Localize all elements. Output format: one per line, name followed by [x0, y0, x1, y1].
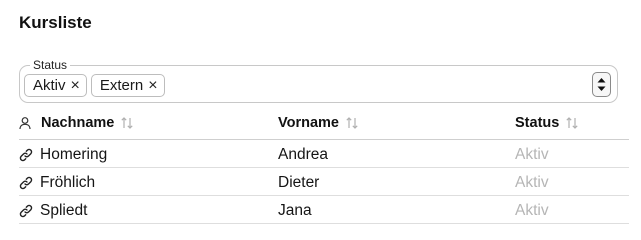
chip-aktiv: Aktiv ×: [24, 74, 87, 97]
chip-label: Aktiv: [33, 77, 66, 94]
column-label: Vorname: [278, 115, 339, 131]
table-row[interactable]: Homering Andrea Aktiv: [19, 140, 629, 168]
cell-status: Aktiv: [515, 146, 549, 163]
column-label: Status: [515, 115, 560, 131]
link-icon[interactable]: [19, 148, 33, 162]
nachname-text: Homering: [40, 146, 108, 163]
user-icon: [19, 116, 33, 130]
column-header-vorname[interactable]: Vorname: [278, 115, 359, 131]
status-filter-chips: Aktiv × Extern ×: [24, 74, 165, 97]
course-table: Nachname Vorname Status Homering Andrea …: [19, 111, 629, 224]
cell-vorname: Dieter: [278, 174, 320, 191]
link-icon[interactable]: [19, 176, 33, 190]
sort-arrows-icon[interactable]: [565, 116, 579, 130]
status-filter-legend: Status: [30, 58, 71, 72]
cell-vorname: Jana: [278, 202, 312, 219]
nachname-text: Fröhlich: [40, 174, 96, 191]
chip-extern: Extern ×: [90, 74, 165, 97]
sort-arrows-icon[interactable]: [120, 116, 134, 130]
cell-status: Aktiv: [515, 202, 549, 219]
cell-nachname: Homering: [19, 146, 107, 164]
link-icon[interactable]: [19, 204, 33, 218]
page-title: Kursliste: [19, 13, 92, 32]
cell-vorname: Andrea: [278, 146, 328, 163]
column-header-nachname[interactable]: Nachname: [19, 115, 134, 131]
table-row[interactable]: Fröhlich Dieter Aktiv: [19, 168, 629, 196]
column-label: Nachname: [41, 115, 115, 131]
select-toggle-button[interactable]: [592, 72, 611, 97]
table-header: Nachname Vorname Status: [19, 111, 629, 140]
column-header-status[interactable]: Status: [515, 115, 579, 131]
sort-arrows-icon[interactable]: [345, 116, 359, 130]
remove-chip-extern-icon[interactable]: ×: [148, 77, 157, 94]
nachname-text: Spliedt: [40, 202, 88, 219]
cell-status: Aktiv: [515, 174, 549, 191]
up-down-chevrons-icon: [597, 78, 606, 91]
cell-nachname: Spliedt: [19, 202, 87, 220]
status-filter-select[interactable]: Status Aktiv × Extern ×: [19, 58, 618, 103]
remove-chip-aktiv-icon[interactable]: ×: [71, 77, 80, 94]
cell-nachname: Fröhlich: [19, 174, 95, 192]
table-row[interactable]: Spliedt Jana Aktiv: [19, 196, 629, 224]
chip-label: Extern: [99, 77, 144, 94]
